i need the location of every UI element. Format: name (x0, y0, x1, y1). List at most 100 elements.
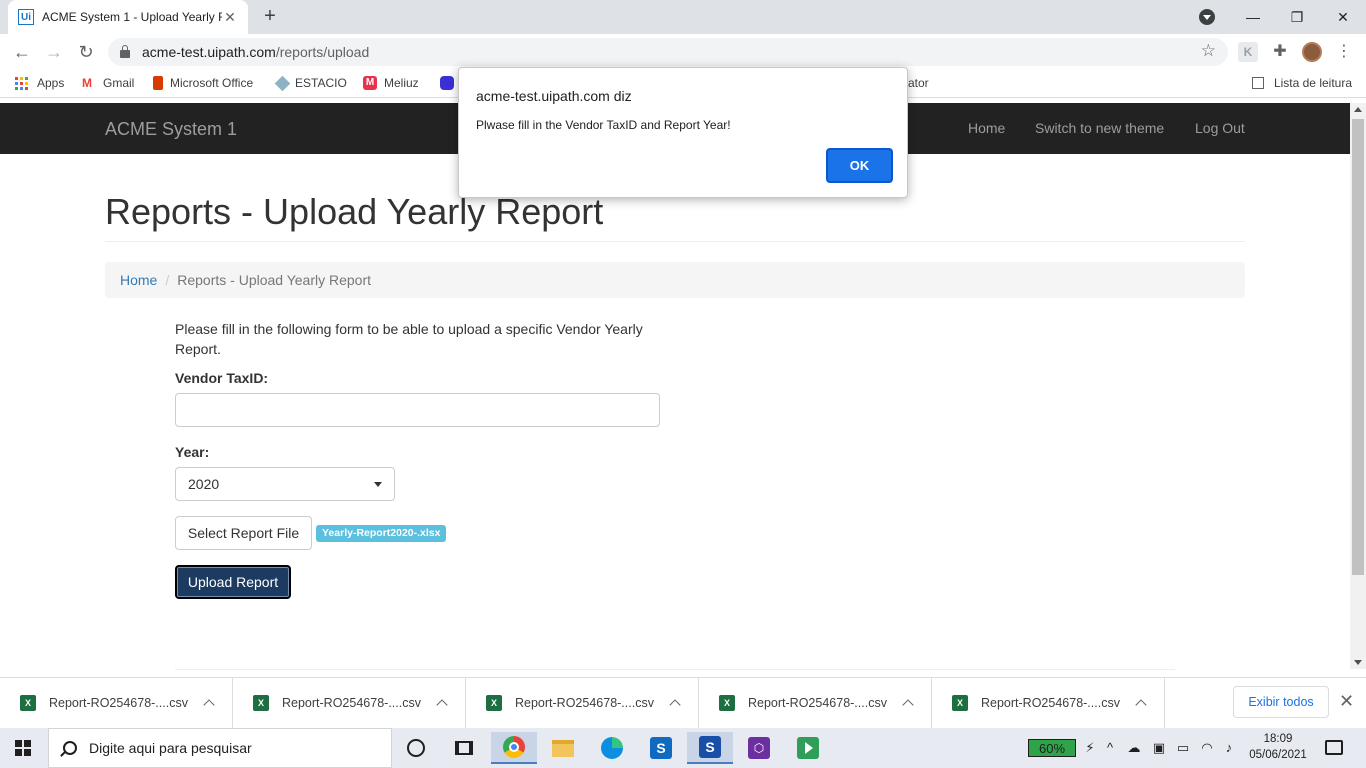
task-view-button[interactable] (441, 732, 487, 764)
taskbar-app-player[interactable] (785, 732, 831, 764)
vendor-taxid-label: Vendor TaxID: (175, 370, 269, 386)
select-report-file-button[interactable]: Select Report File (175, 516, 312, 550)
battery-tray-icon[interactable]: ▭ (1174, 739, 1192, 757)
dialog-ok-button[interactable]: OK (826, 148, 893, 183)
windows-taskbar: Digite aqui para pesquisar S S ⬡ 60% ⚡ ^… (0, 728, 1366, 768)
back-arrow-icon[interactable]: ← (10, 40, 34, 64)
scrollbar-thumb[interactable] (1352, 119, 1364, 575)
taskbar-app-uipath-studio[interactable]: S (638, 732, 684, 764)
taskbar-app-chrome[interactable] (491, 732, 537, 764)
breadcrumb: Home / Reports - Upload Yearly Report (105, 262, 1245, 298)
nav-link-logout[interactable]: Log Out (1195, 120, 1245, 136)
notification-center-icon[interactable] (1325, 740, 1343, 755)
windows-start-icon[interactable] (15, 740, 31, 756)
bookmark-meliuz[interactable]: M Meliuz (363, 76, 419, 90)
year-select-value: 2020 (188, 476, 220, 492)
taskbar-clock[interactable]: 18:09 05/06/2021 (1247, 731, 1309, 763)
gmail-icon: M (82, 76, 92, 90)
bookmark-estacio[interactable]: ESTACIO (274, 75, 347, 91)
breadcrumb-current: Reports - Upload Yearly Report (177, 272, 372, 288)
lock-icon (120, 45, 130, 58)
reading-list-button[interactable]: Lista de leitura (1251, 76, 1352, 90)
chevron-up-icon[interactable] (437, 698, 447, 708)
nav-link-switch-theme[interactable]: Switch to new theme (1035, 120, 1164, 136)
bookmark-label: ator (908, 76, 929, 90)
scroll-down-arrow-icon[interactable] (1354, 660, 1362, 665)
bookmark-partial-icon (440, 76, 454, 90)
wifi-icon[interactable]: ◠ (1198, 739, 1216, 757)
breadcrumb-separator: / (165, 272, 170, 288)
excel-file-icon: X (20, 695, 36, 711)
chrome-icon (503, 736, 525, 758)
scroll-up-arrow-icon[interactable] (1354, 107, 1362, 112)
download-item[interactable]: X Report-RO254678-....csv (932, 678, 1165, 728)
maximize-button[interactable]: ❐ (1274, 0, 1320, 34)
tab-search-icon[interactable] (1199, 9, 1215, 25)
uipath-studio-icon: S (699, 736, 721, 758)
extension-k-icon[interactable]: K (1238, 42, 1258, 62)
profile-avatar[interactable] (1302, 42, 1322, 62)
extensions-puzzle-icon[interactable]: ✚ (1270, 42, 1290, 62)
download-item[interactable]: X Report-RO254678-....csv (0, 678, 233, 728)
cortana-button[interactable] (393, 732, 439, 764)
uipath-favicon-icon: Ui (18, 9, 34, 25)
forward-arrow-icon[interactable]: → (42, 40, 66, 64)
bookmark-apps[interactable]: Apps (15, 76, 64, 90)
browser-tab[interactable]: Ui ACME System 1 - Upload Yearly R ✕ (8, 0, 248, 34)
volume-icon[interactable]: ♪ (1220, 739, 1238, 757)
minimize-button[interactable]: — (1230, 0, 1276, 34)
tab-title: ACME System 1 - Upload Yearly R (42, 10, 222, 24)
taskbar-search-box[interactable]: Digite aqui para pesquisar (48, 728, 392, 768)
title-divider (105, 241, 1245, 242)
power-icon[interactable]: ⚡ (1081, 739, 1099, 757)
download-shelf: X Report-RO254678-....csv X Report-RO254… (0, 677, 1366, 728)
taskbar-app-file-explorer[interactable] (540, 732, 586, 764)
search-icon (63, 741, 77, 755)
onedrive-cloud-icon[interactable]: ☁ (1125, 739, 1143, 757)
chevron-up-icon[interactable] (670, 698, 680, 708)
chevron-up-icon[interactable] (1136, 698, 1146, 708)
download-item[interactable]: X Report-RO254678-....csv (699, 678, 932, 728)
new-tab-button[interactable]: + (258, 5, 282, 29)
estacio-icon (274, 75, 291, 91)
bookmark-gmail[interactable]: M Gmail (82, 76, 134, 90)
upload-report-button[interactable]: Upload Report (175, 565, 291, 599)
bookmark-star-icon[interactable]: ☆ (1201, 41, 1216, 61)
show-all-downloads-button[interactable]: Exibir todos (1233, 686, 1329, 718)
taskbar-app-edge[interactable] (589, 732, 635, 764)
clock-time: 18:09 (1263, 733, 1293, 745)
download-filename: Report-RO254678-....csv (748, 696, 887, 710)
meliuz-icon: M (363, 76, 377, 90)
download-shelf-close-icon[interactable]: ✕ (1339, 691, 1354, 712)
selected-file-badge: Yearly-Report2020-.xlsx (316, 525, 447, 542)
chevron-up-icon[interactable] (903, 698, 913, 708)
show-hidden-icons-chevron-icon[interactable]: ^ (1101, 739, 1119, 757)
navbar-brand[interactable]: ACME System 1 (105, 119, 237, 140)
download-item[interactable]: X Report-RO254678-....csv (233, 678, 466, 728)
tab-close-icon[interactable]: ✕ (222, 9, 238, 26)
battery-indicator[interactable]: 60% (1028, 739, 1076, 757)
reload-icon[interactable]: ↻ (74, 40, 98, 64)
reading-list-label: Lista de leitura (1273, 76, 1352, 90)
taskbar-app-uipath-assistant[interactable]: ⬡ (736, 732, 782, 764)
bookmark-label: ESTACIO (295, 76, 347, 90)
security-icon[interactable]: ▣ (1150, 739, 1168, 757)
taskbar-app-uipath-studio-2[interactable]: S (687, 732, 733, 764)
address-bar[interactable]: acme-test.uipath.com/reports/upload ☆ (108, 38, 1228, 66)
nav-link-home[interactable]: Home (968, 120, 1005, 136)
bookmark-microsoft-office[interactable]: Microsoft Office (153, 76, 253, 90)
browser-menu-icon[interactable]: ⋮ (1334, 42, 1354, 62)
vendor-taxid-input[interactable] (175, 393, 660, 427)
excel-file-icon: X (952, 695, 968, 711)
bookmark-label: Microsoft Office (170, 76, 254, 90)
window-close-button[interactable]: ✕ (1320, 0, 1366, 34)
form-intro-text: Please fill in the following form to be … (175, 321, 643, 357)
breadcrumb-home-link[interactable]: Home (120, 272, 157, 288)
bookmark-ator[interactable]: ator (908, 76, 929, 90)
page-scrollbar[interactable] (1350, 103, 1366, 669)
year-select[interactable]: 2020 (175, 467, 395, 501)
apps-grid-icon (15, 76, 28, 90)
chevron-up-icon[interactable] (204, 698, 214, 708)
download-item[interactable]: X Report-RO254678-....csv (466, 678, 699, 728)
excel-file-icon: X (486, 695, 502, 711)
